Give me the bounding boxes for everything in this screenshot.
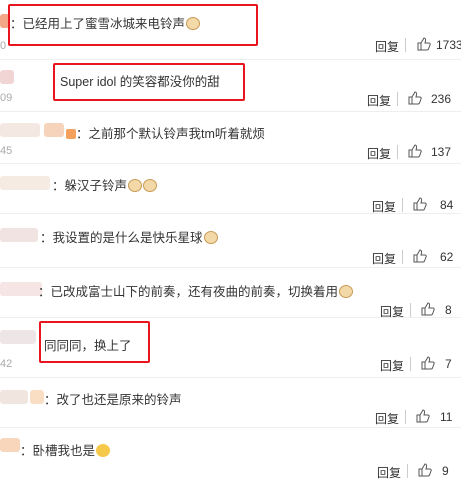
comment-row: ：已改成富士山下的前奏，还有夜曲的前奏，切换着用 回复 8	[0, 268, 461, 319]
divider	[402, 198, 403, 212]
like-count: 62	[440, 250, 454, 264]
like-count: 11	[440, 410, 453, 424]
like-icon[interactable]	[408, 91, 422, 105]
like-icon[interactable]	[413, 197, 427, 211]
like-count: 7	[445, 357, 452, 371]
reply-button[interactable]: 回复	[375, 410, 399, 427]
comment-text: ：之前那个默认铃声我tm听着就烦	[66, 123, 265, 142]
avatar	[44, 123, 64, 137]
like-icon[interactable]	[408, 144, 422, 158]
divider	[410, 303, 411, 317]
comment-text: ：躲汉子铃声	[52, 175, 158, 194]
comment-text: ：我设置的是什么是快乐星球	[40, 227, 218, 246]
reply-button[interactable]: 回复	[377, 464, 401, 481]
reply-button[interactable]: 回复	[367, 92, 391, 109]
avatar[interactable]	[0, 70, 14, 84]
laugh-cry-emoji-icon	[96, 444, 111, 457]
doge-emoji-icon	[128, 179, 143, 192]
avatar[interactable]	[0, 176, 50, 190]
comment-row: ：之前那个默认铃声我tm听着就烦 45 回复 137	[0, 112, 461, 164]
like-icon[interactable]	[421, 356, 435, 370]
highlight-box	[53, 63, 245, 101]
divider	[402, 250, 403, 264]
comment-time: 42	[0, 358, 13, 370]
comment-row: ：我设置的是什么是快乐星球 回复 62	[0, 214, 461, 268]
divider	[397, 145, 398, 159]
reply-button[interactable]: 回复	[372, 250, 396, 267]
comment-time: 45	[0, 145, 13, 157]
divider	[405, 410, 406, 424]
like-count: 137	[431, 145, 452, 159]
like-icon[interactable]	[417, 37, 431, 51]
doge-emoji-icon	[143, 179, 158, 192]
like-count: 236	[431, 92, 452, 106]
divider	[407, 464, 408, 478]
avatar[interactable]	[0, 438, 20, 452]
avatar[interactable]	[0, 123, 40, 137]
reply-button[interactable]: 回复	[380, 357, 404, 374]
comment-text: ：改了也还是原来的铃声	[44, 393, 182, 407]
like-icon[interactable]	[421, 302, 435, 316]
avatar[interactable]	[0, 330, 36, 344]
highlight-box	[39, 321, 150, 363]
avatar[interactable]	[0, 282, 42, 296]
comment-row: ：躲汉子铃声 回复 84	[0, 164, 461, 214]
comment-text: ：已改成富士山下的前奏，还有夜曲的前奏，切换着用	[38, 281, 354, 300]
divider	[405, 38, 406, 52]
like-icon[interactable]	[416, 409, 430, 423]
avatar[interactable]	[0, 228, 38, 242]
reply-button[interactable]: 回复	[375, 38, 399, 55]
comment-row: ：改了也还是原来的铃声 回复 11	[0, 378, 461, 428]
divider	[397, 92, 398, 106]
comment-time: 0	[0, 40, 7, 52]
like-count: 8	[445, 303, 452, 317]
comment-text: ：卧槽我也是	[20, 440, 111, 459]
divider	[410, 357, 411, 371]
comment-row: ：卧槽我也是 回复 9	[0, 428, 461, 489]
dog-emoji-icon	[339, 285, 354, 298]
like-count: 9	[442, 464, 449, 478]
dog-emoji-icon	[203, 231, 218, 244]
highlight-box	[8, 4, 258, 46]
avatar	[30, 390, 44, 404]
comment-time: 09	[0, 92, 13, 104]
like-count: 1733	[436, 38, 461, 52]
like-count: 84	[440, 198, 454, 212]
like-icon[interactable]	[413, 249, 427, 263]
like-icon[interactable]	[418, 463, 432, 477]
reply-button[interactable]: 回复	[367, 145, 391, 162]
avatar[interactable]	[0, 390, 28, 404]
vip-badge-icon	[66, 129, 76, 139]
